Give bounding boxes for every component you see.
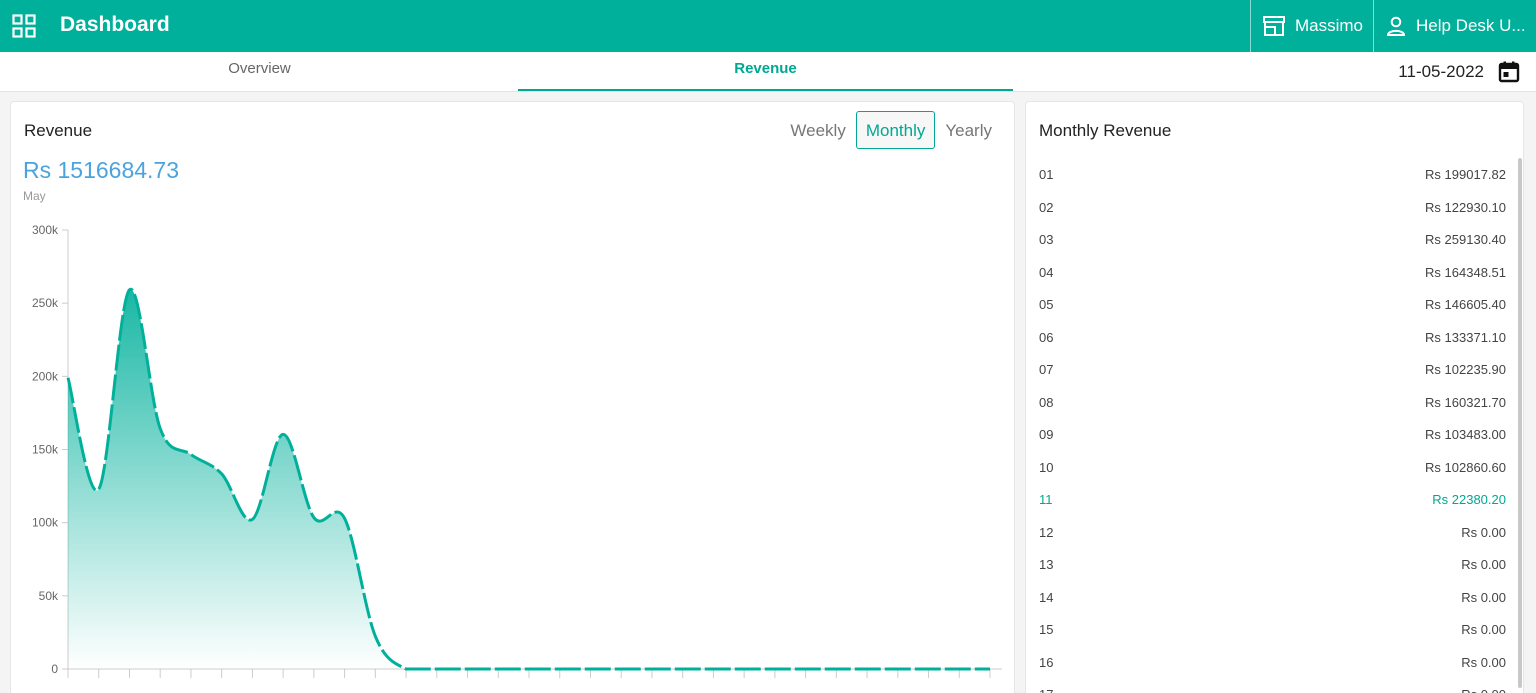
day-amount: Rs 0.00 xyxy=(1461,622,1506,637)
day-amount: Rs 122930.10 xyxy=(1425,199,1506,215)
day-label: 06 xyxy=(1039,329,1054,345)
day-amount: Rs 160321.70 xyxy=(1425,394,1506,410)
day-label: 10 xyxy=(1039,459,1054,475)
store-name: Massimo xyxy=(1295,16,1364,35)
monthly-revenue-list: 01 Rs 199017.82 02 Rs 122930.10 03 Rs 259130.… xyxy=(1026,158,1516,693)
day-label: 17 xyxy=(1039,687,1053,693)
day-label: 03 xyxy=(1039,232,1054,247)
list-item[interactable]: 14 Rs 0.00 xyxy=(1026,581,1516,614)
list-item[interactable]: 11 Rs 22380.20 xyxy=(1026,483,1516,516)
list-item[interactable]: 06 Rs 133371.10 xyxy=(1026,321,1516,354)
tab-bar: Overview Revenue 11-05-2022 xyxy=(0,52,1536,92)
day-amount: Rs 0.00 xyxy=(1461,654,1506,670)
tab-overview[interactable]: Overview xyxy=(12,52,507,91)
list-item[interactable]: 12 Rs 0.00 xyxy=(1026,516,1516,549)
y-tick-label: 200k xyxy=(32,369,59,383)
calendar-icon[interactable] xyxy=(1498,61,1520,83)
apps-grid-icon[interactable] xyxy=(12,14,36,38)
day-amount: Rs 259130.40 xyxy=(1425,232,1506,247)
top-bar: Dashboard Massimo Help Desk U... xyxy=(0,0,1536,52)
revenue-card: Revenue Weekly Monthly Yearly Rs 1516684… xyxy=(10,101,1015,693)
day-amount: Rs 0.00 xyxy=(1461,557,1506,572)
monthly-revenue-title: Monthly Revenue xyxy=(1039,121,1172,140)
day-label: 02 xyxy=(1039,199,1054,215)
day-label: 16 xyxy=(1039,654,1054,670)
day-amount: Rs 164348.51 xyxy=(1425,264,1506,280)
day-amount: Rs 0.00 xyxy=(1461,524,1506,540)
day-label: 12 xyxy=(1039,524,1054,540)
top-divider xyxy=(1250,0,1251,52)
day-label: 01 xyxy=(1039,167,1054,182)
day-amount: Rs 103483.00 xyxy=(1425,427,1506,442)
list-item[interactable]: 02 Rs 122930.10 xyxy=(1026,191,1516,224)
day-amount: Rs 102860.60 xyxy=(1425,459,1506,475)
list-item[interactable]: 05 Rs 146605.40 xyxy=(1026,288,1516,321)
day-amount: Rs 199017.82 xyxy=(1425,167,1506,182)
store-selector[interactable]: Massimo xyxy=(1263,0,1363,52)
list-item[interactable]: 01 Rs 199017.82 xyxy=(1026,158,1516,191)
app-title: Dashboard xyxy=(60,13,170,36)
top-divider xyxy=(1373,0,1374,52)
user-icon xyxy=(1386,16,1406,36)
day-amount: Rs 133371.10 xyxy=(1425,329,1506,345)
y-tick-label: 250k xyxy=(32,296,59,310)
date-picker[interactable]: 11-05-2022 xyxy=(1398,52,1520,92)
tab-revenue[interactable]: Revenue xyxy=(518,52,1013,91)
user-menu[interactable]: Help Desk U... xyxy=(1386,0,1526,52)
day-amount: Rs 22380.20 xyxy=(1432,492,1506,507)
day-label: 13 xyxy=(1039,557,1054,572)
day-label: 09 xyxy=(1039,427,1054,442)
day-label: 04 xyxy=(1039,264,1054,280)
day-amount: Rs 0.00 xyxy=(1461,687,1506,693)
list-item[interactable]: 10 Rs 102860.60 xyxy=(1026,451,1516,484)
day-label: 15 xyxy=(1039,622,1054,637)
y-tick-label: 0 xyxy=(51,662,58,676)
list-item[interactable]: 09 Rs 103483.00 xyxy=(1026,418,1516,451)
y-tick-label: 150k xyxy=(32,443,59,457)
list-item[interactable]: 08 Rs 160321.70 xyxy=(1026,386,1516,419)
list-item[interactable]: 04 Rs 164348.51 xyxy=(1026,256,1516,289)
day-amount: Rs 146605.40 xyxy=(1425,297,1506,312)
day-amount: Rs 102235.90 xyxy=(1425,362,1506,377)
day-label: 07 xyxy=(1039,362,1054,377)
selected-date[interactable]: 11-05-2022 xyxy=(1398,62,1484,82)
user-name: Help Desk U... xyxy=(1416,16,1526,35)
y-tick-label: 300k xyxy=(32,223,59,237)
list-item[interactable]: 17 Rs 0.00 xyxy=(1026,678,1516,693)
day-label: 11 xyxy=(1039,492,1053,507)
day-amount: Rs 0.00 xyxy=(1461,589,1506,605)
revenue-area-fill xyxy=(68,289,990,669)
list-item[interactable]: 13 Rs 0.00 xyxy=(1026,548,1516,581)
list-item[interactable]: 15 Rs 0.00 xyxy=(1026,613,1516,646)
day-label: 08 xyxy=(1039,394,1054,410)
list-item[interactable]: 03 Rs 259130.40 xyxy=(1026,223,1516,256)
day-label: 14 xyxy=(1039,589,1054,605)
day-label: 05 xyxy=(1039,297,1054,312)
list-item[interactable]: 16 Rs 0.00 xyxy=(1026,646,1516,679)
revenue-area-chart: 0 50k 100k 150k 200k 250k 300k xyxy=(32,223,1002,678)
list-item[interactable]: 07 Rs 102235.90 xyxy=(1026,353,1516,386)
monthly-revenue-card: Monthly Revenue 01 Rs 199017.82 02 Rs 12293… xyxy=(1025,101,1524,693)
list-scrollbar[interactable] xyxy=(1518,158,1522,688)
y-tick-label: 100k xyxy=(32,516,59,530)
y-tick-label: 50k xyxy=(39,589,59,603)
store-icon xyxy=(1263,16,1285,36)
